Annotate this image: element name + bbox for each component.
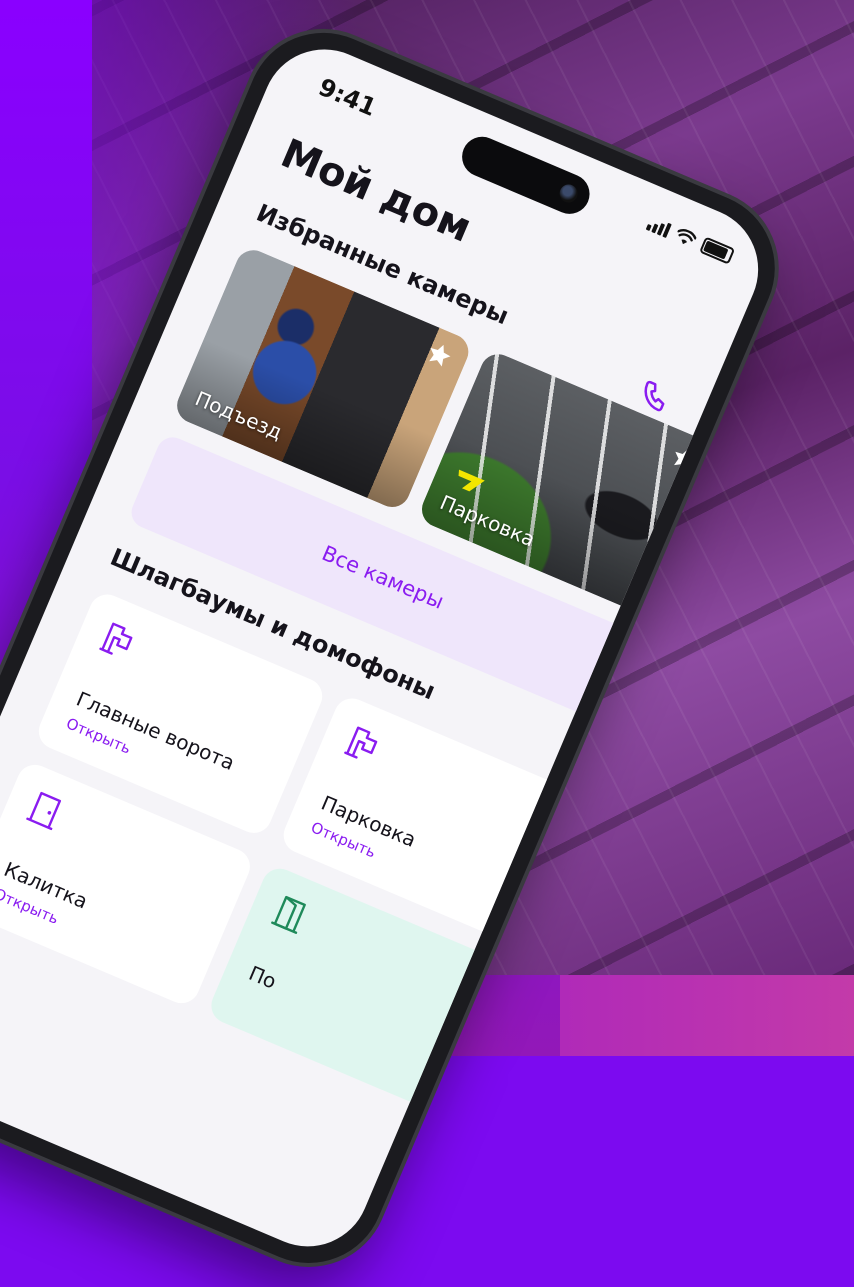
dynamic-island (455, 130, 596, 221)
battery-icon (699, 236, 736, 265)
all-cameras-label: Все камеры (318, 541, 448, 614)
door-icon (26, 791, 62, 831)
front-camera-icon (556, 181, 581, 206)
door-open-icon (270, 895, 306, 934)
barrier-name: По (245, 960, 280, 994)
camera-label: Подъезд (191, 386, 286, 445)
favorite-star-icon[interactable] (422, 338, 456, 372)
status-icons (645, 214, 736, 265)
wifi-icon (677, 229, 697, 245)
signal-icon (645, 216, 672, 239)
status-time: 9:41 (314, 72, 381, 122)
phone-call-icon[interactable] (635, 376, 674, 415)
intercom-icon (344, 726, 378, 759)
intercom-icon (99, 622, 133, 655)
background-accent-block (560, 975, 854, 1056)
camera-label: Парковка (436, 490, 539, 552)
